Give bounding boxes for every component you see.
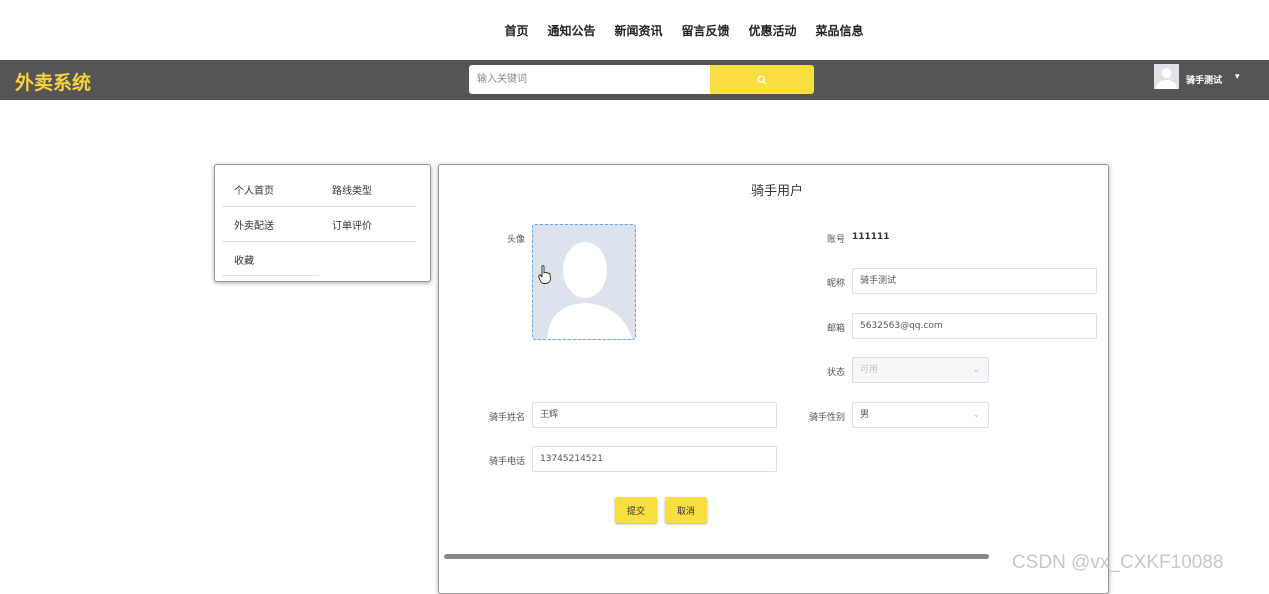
search-icon [757, 75, 767, 84]
menu-divider [222, 241, 417, 242]
status-label: 状态 [826, 368, 845, 378]
menu-divider [222, 275, 319, 276]
email-input[interactable]: 5632563@qq.com [852, 313, 1097, 339]
search-input[interactable] [469, 65, 710, 94]
rider-gender-label: 骑手性别 [808, 413, 845, 423]
rider-phone-input[interactable]: 13745214521 [532, 446, 777, 472]
cancel-button[interactable]: 取消 [665, 497, 707, 523]
status-value: 可用 [860, 365, 879, 375]
nickname-label: 昵称 [826, 279, 845, 289]
top-nav: 首页 通知公告 新闻资讯 留言反馈 优惠活动 菜品信息 [0, 0, 1269, 60]
nav-promotions[interactable]: 优惠活动 [749, 22, 797, 39]
username[interactable]: 骑手测试 [1186, 73, 1222, 86]
site-logo[interactable]: 外卖系统 [15, 68, 91, 95]
menu-item-delivery[interactable]: 外卖配送 [234, 217, 274, 232]
chevron-down-icon: ⌄ [972, 365, 980, 375]
account-value: 111111 [852, 232, 890, 242]
submit-button[interactable]: 提交 [615, 497, 657, 523]
user-avatar[interactable] [1154, 64, 1179, 89]
search-button[interactable] [710, 65, 814, 94]
rider-name-input[interactable]: 王辉 [532, 402, 777, 428]
nav-home[interactable]: 首页 [504, 22, 528, 39]
user-menu-caret-icon[interactable]: ▾ [1235, 72, 1240, 82]
rider-gender-select[interactable]: 男 ⌄ [852, 402, 989, 428]
account-label: 账号 [826, 235, 845, 245]
rider-phone-label: 骑手电话 [488, 457, 525, 467]
nav-feedback[interactable]: 留言反馈 [682, 22, 730, 39]
horizontal-scrollbar[interactable] [444, 554, 989, 559]
rider-gender-value: 男 [860, 410, 870, 420]
nav-notice[interactable]: 通知公告 [547, 22, 595, 39]
menu-item-profile-home[interactable]: 个人首页 [234, 182, 274, 197]
menu-divider [222, 206, 417, 207]
menu-item-favorites[interactable]: 收藏 [234, 252, 254, 267]
rider-name-label: 骑手姓名 [488, 413, 525, 423]
status-select: 可用 ⌄ [852, 357, 989, 383]
menu-item-order-review[interactable]: 订单评价 [332, 217, 372, 232]
hand-cursor-icon [538, 265, 551, 284]
avatar-label: 头像 [506, 235, 525, 245]
email-label: 邮箱 [826, 324, 845, 334]
profile-panel: 骑手用户 头像 账号 111111 昵称 骑手测试 邮箱 5632563@qq.… [438, 164, 1109, 594]
header-bar: 外卖系统 骑手测试 ▾ [0, 60, 1269, 100]
nav-dishes[interactable]: 菜品信息 [816, 22, 864, 39]
nickname-input[interactable]: 骑手测试 [852, 268, 1097, 294]
menu-item-route-type[interactable]: 路线类型 [332, 182, 372, 197]
watermark: CSDN @vx_CXKF10088 [1012, 552, 1224, 573]
page-title: 骑手用户 [750, 184, 803, 199]
chevron-down-icon: ⌄ [972, 410, 980, 420]
avatar-placeholder-icon [1156, 68, 1177, 89]
side-menu: 个人首页 路线类型 外卖配送 订单评价 收藏 [214, 164, 431, 282]
nav-news[interactable]: 新闻资讯 [614, 22, 662, 39]
